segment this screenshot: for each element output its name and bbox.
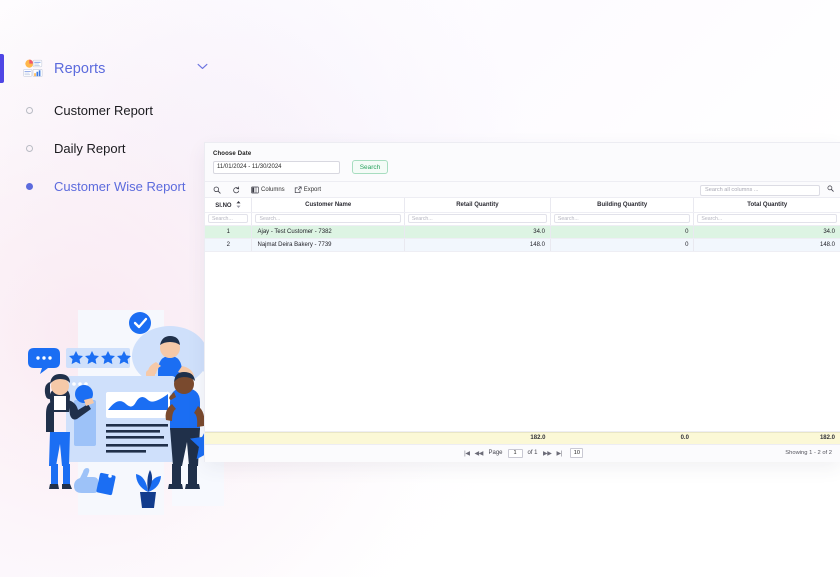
toolbar-columns-button[interactable]: Columns	[251, 186, 285, 194]
page-number-input[interactable]: 1	[507, 448, 523, 458]
table-empty-area	[205, 251, 840, 432]
filter-input-total-quantity[interactable]: Search...	[697, 214, 837, 223]
reports-chart-icon	[23, 59, 43, 77]
sidebar-item-label: Daily Report	[54, 141, 126, 156]
first-page-icon[interactable]: |◀	[464, 450, 470, 457]
sort-arrows-icon[interactable]	[236, 200, 241, 208]
toolbar-columns-label: Columns	[261, 186, 285, 193]
column-header-label: Sl.NO	[215, 202, 232, 209]
cell-total-quantity: 148.0	[693, 238, 840, 252]
toolbar-export-label: Export	[303, 186, 322, 193]
table-header-row: Sl.NO Customer Name Retail Quantity Buil…	[205, 198, 840, 213]
sidebar-item-customer-wise-report[interactable]: Customer Wise Report	[0, 174, 222, 199]
column-header-customer-name[interactable]: Customer Name	[251, 198, 405, 213]
last-page-icon[interactable]: ▶|	[556, 450, 562, 457]
radio-bullet-icon	[26, 145, 33, 152]
sidebar-header-label: Reports	[54, 60, 106, 77]
sidebar-item-customer-report[interactable]: Customer Report	[0, 98, 222, 123]
cell-retail-quantity: 34.0	[404, 225, 551, 239]
grid-toolbar: Columns Export Search all columns ...	[205, 181, 840, 198]
global-search-input[interactable]: Search all columns ...	[700, 184, 820, 196]
columns-icon	[251, 186, 259, 193]
reports-sidebar: Reports Customer Report Daily Report Cus…	[0, 52, 222, 199]
report-table: Sl.NO Customer Name Retail Quantity Buil…	[205, 198, 840, 252]
showing-records-label: Showing 1 - 2 of 2	[785, 449, 832, 456]
sidebar-item-daily-report[interactable]: Daily Report	[0, 136, 222, 161]
filter-input-customer-name[interactable]: Search...	[255, 214, 401, 223]
cell-customer-name: Najmat Deira Bakery - 7739	[251, 238, 405, 252]
column-header-retail-quantity[interactable]: Retail Quantity	[404, 198, 551, 213]
search-button[interactable]: Search	[352, 160, 388, 174]
total-retail-quantity: 182.0	[530, 435, 546, 441]
active-accent-bar	[0, 54, 4, 83]
toolbar-search-button[interactable]	[213, 186, 223, 194]
previous-page-icon[interactable]: ◀◀	[475, 450, 484, 457]
export-icon	[294, 186, 302, 193]
cell-slno: 1	[205, 225, 253, 239]
table-row[interactable]: 1 Ajay - Test Customer - 7382 34.0 0 34.…	[205, 225, 840, 239]
sidebar-header-reports[interactable]: Reports	[0, 52, 222, 85]
filter-input-retail-quantity[interactable]: Search...	[407, 214, 547, 223]
search-icon[interactable]	[827, 185, 834, 192]
sidebar-item-label: Customer Report	[54, 103, 153, 118]
cell-retail-quantity: 148.0	[404, 238, 551, 252]
sidebar-item-label: Customer Wise Report	[54, 179, 186, 194]
page-of-label: of 1	[527, 450, 538, 456]
cell-customer-name: Ajay - Test Customer - 7382	[251, 225, 405, 239]
pagination-bar: |◀ ◀◀ Page 1 of 1 ▶▶ ▶| 10 Showing 1 - 2…	[205, 443, 840, 462]
total-total-quantity: 182.0	[819, 435, 835, 441]
radio-bullet-icon	[26, 107, 33, 114]
filter-bar: Choose Date 11/01/2024 - 11/30/2024 Sear…	[205, 143, 840, 181]
table-filter-row: Search... Search... Search... Search... …	[205, 212, 840, 226]
cell-total-quantity: 34.0	[693, 225, 840, 239]
radio-bullet-selected-icon	[26, 183, 33, 190]
search-icon	[213, 186, 221, 194]
total-building-quantity: 0.0	[680, 435, 689, 441]
toolbar-export-button[interactable]: Export	[294, 186, 321, 194]
refresh-icon	[233, 186, 240, 193]
choose-date-label: Choose Date	[213, 151, 252, 157]
cell-building-quantity: 0	[550, 225, 695, 239]
page-label: Page	[488, 450, 503, 456]
column-header-slno[interactable]: Sl.NO	[205, 198, 253, 213]
next-page-icon[interactable]: ▶▶	[543, 450, 552, 457]
filter-input-building-quantity[interactable]: Search...	[553, 214, 691, 223]
date-range-input[interactable]: 11/01/2024 - 11/30/2024	[213, 160, 340, 174]
table-totals-row: 182.0 0.0 182.0	[205, 431, 840, 444]
cell-building-quantity: 0	[550, 238, 695, 252]
table-row[interactable]: 2 Najmat Deira Bakery - 7739 148.0 0 148…	[205, 238, 840, 252]
page-size-select[interactable]: 10	[570, 448, 584, 458]
column-header-total-quantity[interactable]: Total Quantity	[693, 198, 840, 213]
chevron-down-icon[interactable]	[197, 63, 208, 70]
cell-slno: 2	[205, 238, 253, 252]
toolbar-refresh-button[interactable]	[232, 186, 242, 194]
column-header-building-quantity[interactable]: Building Quantity	[550, 198, 695, 213]
customer-wise-report-panel: Choose Date 11/01/2024 - 11/30/2024 Sear…	[205, 143, 840, 462]
filter-input-slno[interactable]: Search...	[208, 214, 249, 223]
